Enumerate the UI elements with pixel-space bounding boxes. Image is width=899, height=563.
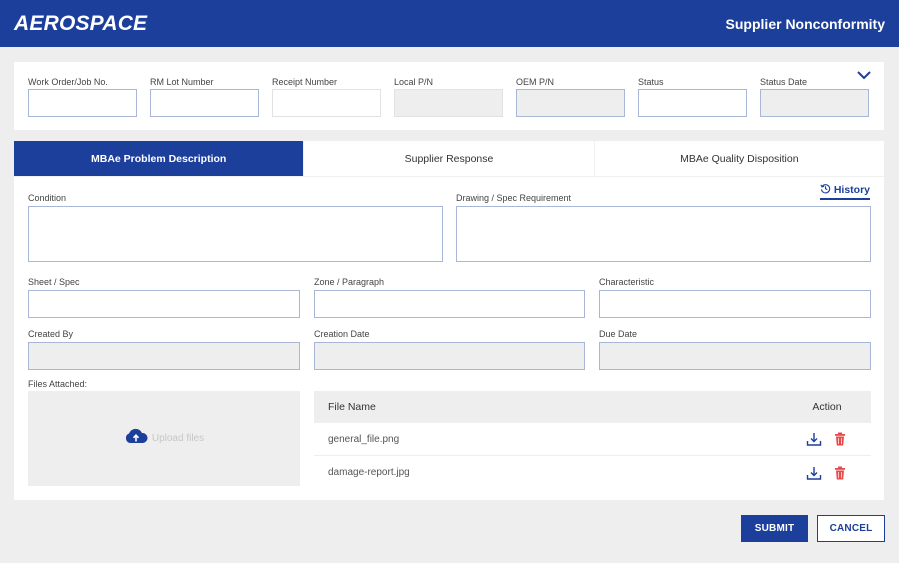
download-icon[interactable] xyxy=(806,431,822,447)
file-actions xyxy=(797,465,857,481)
action-column-header: Action xyxy=(812,401,842,413)
tab-bar: MBAe Problem Description Supplier Respon… xyxy=(14,141,884,177)
sheet-spec-label: Sheet / Spec xyxy=(28,277,80,287)
rm-lot-label: RM Lot Number xyxy=(150,77,214,87)
oem-pn-input xyxy=(516,89,625,117)
sheet-spec-field: Sheet / Spec xyxy=(28,276,300,318)
creation-date-field: Creation Date xyxy=(314,328,585,370)
zone-paragraph-input[interactable] xyxy=(314,290,585,318)
due-date-label: Due Date xyxy=(599,329,638,339)
condition-label: Condition xyxy=(28,193,67,203)
cloud-upload-icon xyxy=(124,428,148,449)
condition-textarea[interactable] xyxy=(28,206,443,262)
files-table: File Name Action general_file.png damage… xyxy=(314,391,871,489)
tab-supplier-response[interactable]: Supplier Response xyxy=(304,141,595,176)
trash-icon[interactable] xyxy=(832,431,848,447)
receipt-number-label: Receipt Number xyxy=(272,77,338,87)
drawing-spec-label: Drawing / Spec Requirement xyxy=(456,193,572,203)
download-icon[interactable] xyxy=(806,465,822,481)
files-table-header: File Name Action xyxy=(314,391,871,423)
status-date-input xyxy=(760,89,869,117)
status-input[interactable] xyxy=(638,89,747,117)
creation-date-input xyxy=(314,342,585,370)
characteristic-field: Characteristic xyxy=(599,276,871,318)
files-attached-heading: Files Attached: xyxy=(28,378,87,392)
creation-date-label: Creation Date xyxy=(314,329,370,339)
work-order-label: Work Order/Job No. xyxy=(28,77,108,87)
receipt-number-field: Receipt Number xyxy=(272,76,381,117)
submit-button[interactable]: SUBMIT xyxy=(741,515,808,542)
page-title: Supplier Nonconformity xyxy=(725,15,885,32)
tab-problem-description[interactable]: MBAe Problem Description xyxy=(14,141,305,176)
problem-card: MBAe Problem Description Supplier Respon… xyxy=(14,141,884,500)
work-order-field: Work Order/Job No. xyxy=(28,76,137,117)
tab-quality-disposition[interactable]: MBAe Quality Disposition xyxy=(595,141,884,176)
upload-dropzone[interactable]: Upload files xyxy=(28,391,300,486)
zone-paragraph-field: Zone / Paragraph xyxy=(314,276,585,318)
work-order-input[interactable] xyxy=(28,89,137,117)
condition-field: Condition xyxy=(28,192,443,262)
file-actions xyxy=(797,431,857,447)
summary-card: Work Order/Job No. RM Lot Number Receipt… xyxy=(14,62,884,130)
receipt-number-input[interactable] xyxy=(272,89,381,117)
created-by-label: Created By xyxy=(28,329,74,339)
created-by-field: Created By xyxy=(28,328,300,370)
trash-icon[interactable] xyxy=(832,465,848,481)
drawing-spec-field: Drawing / Spec Requirement xyxy=(456,192,871,262)
drawing-spec-textarea[interactable] xyxy=(456,206,871,262)
oem-pn-label: OEM P/N xyxy=(516,77,555,87)
characteristic-input[interactable] xyxy=(599,290,871,318)
status-date-field: Status Date xyxy=(760,76,869,117)
brand-logo: AEROSPACE xyxy=(14,11,148,35)
file-name-column-header: File Name xyxy=(328,401,376,413)
characteristic-label: Characteristic xyxy=(599,277,655,287)
file-name: general_file.png xyxy=(328,433,400,445)
local-pn-field: Local P/N xyxy=(394,76,503,117)
oem-pn-field: OEM P/N xyxy=(516,76,625,117)
file-name: damage-report.jpg xyxy=(328,467,410,478)
local-pn-input xyxy=(394,89,503,117)
due-date-input xyxy=(599,342,871,370)
cancel-button[interactable]: CANCEL xyxy=(817,515,885,542)
rm-lot-input[interactable] xyxy=(150,89,259,117)
sheet-spec-input[interactable] xyxy=(28,290,300,318)
status-label: Status xyxy=(638,77,664,87)
due-date-field: Due Date xyxy=(599,328,871,370)
zone-paragraph-label: Zone / Paragraph xyxy=(314,277,385,287)
rm-lot-field: RM Lot Number xyxy=(150,76,259,117)
status-date-label: Status Date xyxy=(760,77,808,87)
created-by-input xyxy=(28,342,300,370)
summary-fields: Work Order/Job No. RM Lot Number Receipt… xyxy=(28,76,869,117)
local-pn-label: Local P/N xyxy=(394,77,434,87)
file-row: general_file.png xyxy=(314,423,871,456)
chevron-down-icon[interactable] xyxy=(856,68,872,82)
app-header: AEROSPACE Supplier Nonconformity xyxy=(0,0,899,47)
upload-files-label: Upload files xyxy=(151,433,205,444)
files-attached-label: Files Attached: xyxy=(28,379,88,389)
status-field: Status xyxy=(638,76,747,117)
file-row: damage-report.jpg xyxy=(314,456,871,489)
